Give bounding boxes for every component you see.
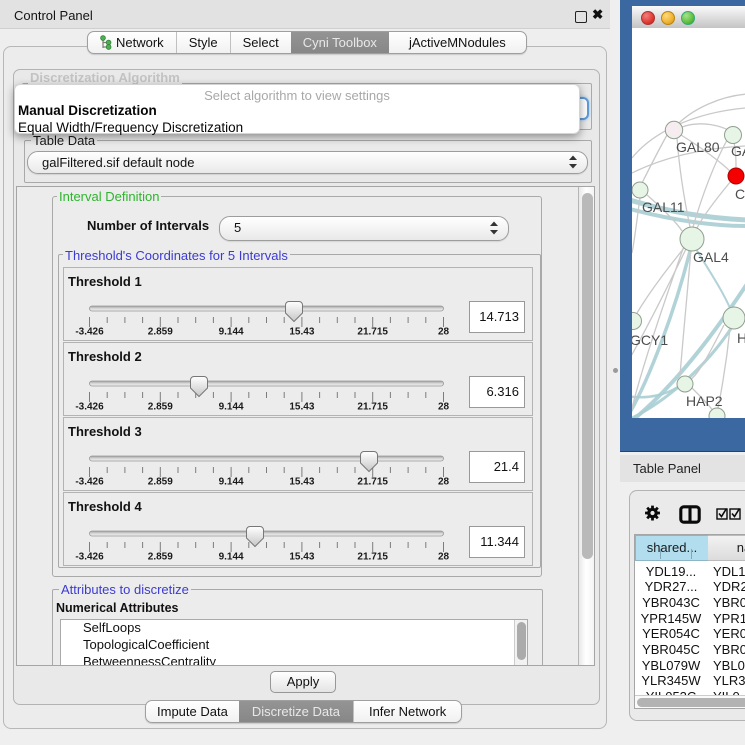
svg-text:GAL80: GAL80: [676, 139, 720, 155]
svg-text:28: 28: [438, 402, 450, 413]
svg-text:9.144: 9.144: [219, 477, 244, 488]
svg-text:15.43: 15.43: [289, 552, 314, 563]
svg-text:HAP2: HAP2: [686, 393, 723, 409]
svg-text:28: 28: [438, 477, 450, 488]
svg-text:15.43: 15.43: [289, 477, 314, 488]
svg-text:C: C: [735, 186, 745, 202]
svg-text:-3.426: -3.426: [75, 552, 104, 563]
svg-text:GA: GA: [731, 143, 745, 159]
svg-text:21.715: 21.715: [357, 477, 388, 488]
svg-text:2.859: 2.859: [148, 327, 173, 338]
svg-text:21.715: 21.715: [357, 402, 388, 413]
svg-text:2.859: 2.859: [148, 477, 173, 488]
svg-text:-3.426: -3.426: [75, 402, 104, 413]
svg-text:2.859: 2.859: [148, 402, 173, 413]
svg-text:9.144: 9.144: [219, 402, 244, 413]
svg-text:-3.426: -3.426: [75, 477, 104, 488]
svg-text:9.144: 9.144: [219, 327, 244, 338]
svg-text:21.715: 21.715: [357, 552, 388, 563]
svg-text:-3.426: -3.426: [75, 327, 104, 338]
svg-text:15.43: 15.43: [289, 402, 314, 413]
svg-text:GCY1: GCY1: [632, 332, 668, 348]
svg-text:GAL4: GAL4: [693, 249, 729, 265]
svg-text:9.144: 9.144: [219, 552, 244, 563]
svg-text:15.43: 15.43: [289, 327, 314, 338]
svg-text:21.715: 21.715: [357, 327, 388, 338]
svg-text:28: 28: [438, 552, 450, 563]
svg-text:H: H: [737, 330, 745, 346]
svg-text:2.859: 2.859: [148, 552, 173, 563]
svg-text:GAL11: GAL11: [642, 199, 685, 215]
svg-text:28: 28: [438, 327, 450, 338]
